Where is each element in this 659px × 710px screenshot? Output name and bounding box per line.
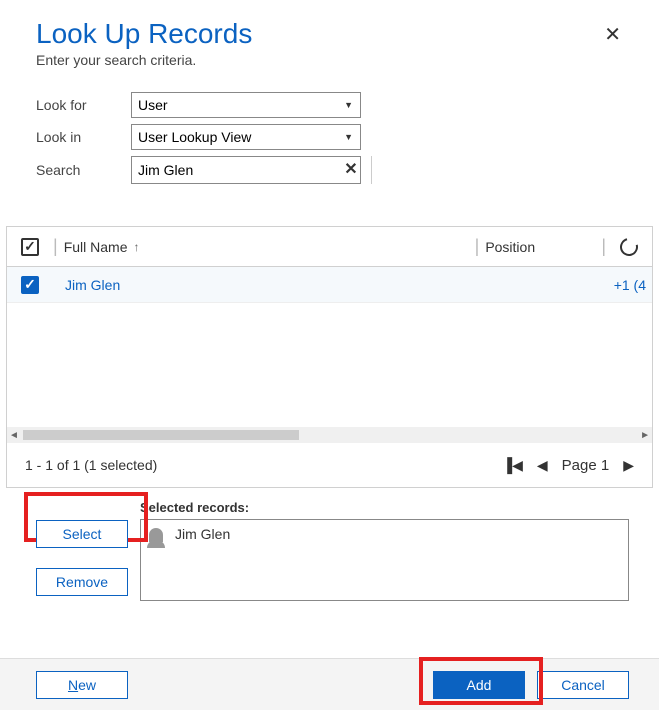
new-button[interactable]: New: [36, 671, 128, 699]
scroll-left-icon[interactable]: ◄: [9, 430, 19, 441]
first-page-icon[interactable]: ▐◀: [502, 457, 523, 474]
search-label: Search: [36, 156, 131, 184]
add-button[interactable]: Add: [433, 671, 525, 699]
prev-page-icon[interactable]: ◀: [537, 457, 548, 474]
pager-summary: 1 - 1 of 1 (1 selected): [25, 457, 157, 473]
scroll-thumb[interactable]: [23, 430, 299, 440]
select-button[interactable]: Select: [36, 520, 128, 548]
column-fullname[interactable]: Full Name ↑: [64, 239, 469, 255]
select-all-checkbox[interactable]: [21, 238, 39, 256]
user-icon: [149, 528, 163, 542]
lookfor-select[interactable]: User: [131, 92, 361, 118]
horizontal-scrollbar[interactable]: ◄ ►: [7, 427, 652, 443]
column-position[interactable]: Position: [485, 239, 595, 255]
search-input[interactable]: [131, 156, 361, 184]
refresh-icon[interactable]: [617, 234, 642, 259]
scroll-right-icon[interactable]: ►: [640, 430, 650, 441]
close-button[interactable]: ✕: [596, 18, 629, 51]
sort-asc-icon: ↑: [133, 240, 139, 254]
row-checkbox[interactable]: [21, 276, 39, 294]
row-fullname[interactable]: Jim Glen: [61, 277, 496, 293]
remove-button[interactable]: Remove: [36, 568, 128, 596]
lookin-label: Look in: [36, 124, 131, 150]
results-grid: | Full Name ↑ | Position | Jim Glen +1 (…: [6, 226, 653, 488]
lookin-select[interactable]: User Lookup View: [131, 124, 361, 150]
cancel-button[interactable]: Cancel: [537, 671, 629, 699]
dialog-subtitle: Enter your search criteria.: [36, 52, 252, 68]
clear-search-icon[interactable]: ✕: [341, 159, 361, 179]
lookfor-label: Look for: [36, 92, 131, 118]
dialog-title: Look Up Records: [36, 18, 252, 50]
column-separator: |: [601, 236, 606, 257]
table-row[interactable]: Jim Glen +1 (4: [7, 267, 652, 303]
column-separator: |: [475, 236, 480, 257]
next-page-icon[interactable]: ▶: [623, 457, 634, 474]
selected-item: Jim Glen: [175, 526, 230, 542]
selected-records-label: Selected records:: [140, 500, 629, 515]
column-fullname-label: Full Name: [64, 239, 128, 255]
row-phone: +1 (4: [606, 277, 646, 293]
selected-records-box[interactable]: Jim Glen: [140, 519, 629, 601]
column-separator: |: [53, 236, 58, 257]
page-label: Page 1: [562, 457, 610, 474]
